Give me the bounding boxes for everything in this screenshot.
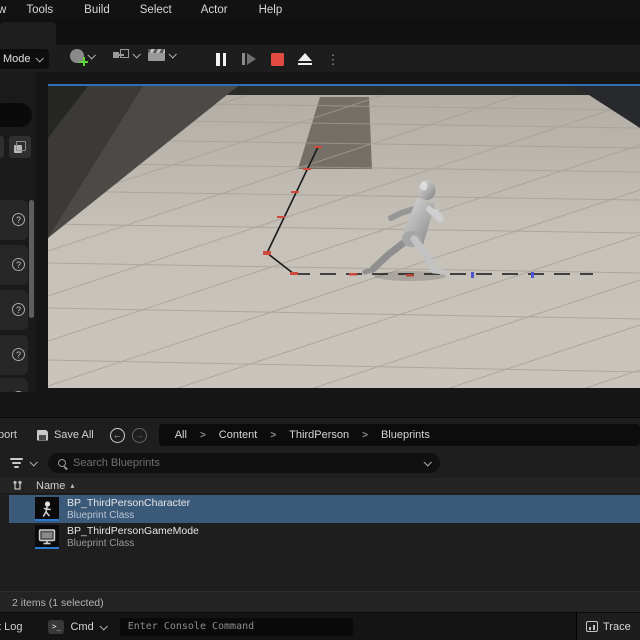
breadcrumb: All > Content > ThirdPerson > Blueprints [158,424,640,446]
pause-button[interactable] [212,50,230,68]
save-icon [36,429,48,441]
help-icon: ? [12,258,25,271]
asset-row-character[interactable]: BP_ThirdPersonCharacter Blueprint Class [9,495,640,523]
blueprint-class-color-bar [35,518,59,521]
menu-item-tools[interactable]: Tools [24,4,55,16]
cinematics-button[interactable] [148,49,177,61]
chevron-down-icon[interactable] [29,458,38,467]
items-count-text: 2 items (1 selected) [12,596,104,609]
blueprint-gamemode-thumbnail [35,525,59,549]
help-icon: ? [12,213,25,226]
output-log-tab-clipped[interactable]: t Log [0,621,22,633]
save-all-button[interactable]: Save All [36,429,94,441]
tab-strip [0,20,640,45]
list-layout-icon[interactable] [12,480,24,492]
help-icon: ? [12,303,25,316]
breadcrumb-all[interactable]: All [175,429,187,441]
pause-icon [216,52,226,66]
breadcrumb-content[interactable]: Content [219,429,258,441]
level-viewport[interactable] [48,86,640,388]
add-actor-button[interactable] [70,49,96,66]
name-column-header[interactable]: Name [36,480,65,492]
panel-card[interactable]: ? [0,290,28,330]
blueprint-class-color-bar [35,546,59,549]
blueprint-node-icon [113,49,129,61]
unreal-editor-window: w Tools Build Select Actor Help Mode ⋮ ?… [0,0,640,640]
panel-card[interactable]: ? [0,200,28,240]
console-command-box [119,617,353,636]
cmd-dropdown[interactable]: >_ Cmd [48,619,108,634]
list-header: Name ▴ [0,478,640,494]
left-panel-dropdown[interactable] [0,103,32,127]
blueprints-button[interactable] [113,49,141,61]
panel-card[interactable]: ? [0,245,28,285]
content-browser-toolbar: port Save All ← → All > Content > ThirdP… [0,422,640,448]
breadcrumb-separator: > [270,429,277,441]
console-command-input[interactable] [127,621,345,632]
stop-icon [270,52,284,66]
breadcrumb-thirdperson[interactable]: ThirdPerson [289,429,349,441]
asset-subtitle: Blueprint Class [67,510,135,521]
play-options-button[interactable]: ⋮ [324,50,342,68]
menu-item-actor[interactable]: Actor [199,4,230,16]
clapperboard-icon [148,49,165,61]
filter-icon[interactable] [10,457,24,469]
sort-ascending-icon: ▴ [70,481,75,490]
breadcrumb-separator: > [362,429,368,441]
stop-button[interactable] [268,50,286,68]
content-browser: port Save All ← → All > Content > ThirdP… [0,417,640,613]
select-mode-dropdown[interactable]: Mode [0,49,49,69]
back-button[interactable]: ← [109,427,125,443]
asset-title: BP_ThirdPersonGameMode [67,525,199,537]
frame-skip-button[interactable] [240,50,258,68]
chevron-down-icon [99,621,108,631]
menu-bar: w Tools Build Select Actor Help [0,0,640,20]
trace-icon [586,621,598,632]
search-icon [58,459,66,467]
add-actor-icon [70,49,88,66]
chevron-down-icon[interactable] [423,458,432,467]
eject-button[interactable] [296,50,314,68]
search-input[interactable] [73,457,417,469]
eject-icon [298,52,312,61]
viewport-scene [48,86,640,388]
left-panel: ? ? ? ? ? [0,72,36,392]
menu-item-help[interactable]: Help [257,4,285,16]
search-box [48,453,440,473]
menu-item-clipped[interactable]: w [0,4,8,16]
content-browser-statusbar: 2 items (1 selected) [0,591,640,613]
asset-subtitle: Blueprint Class [67,538,135,549]
play-controls: ⋮ [212,47,342,71]
duplicate-button[interactable] [9,136,31,158]
forward-button[interactable]: → [131,427,147,443]
menu-item-select[interactable]: Select [138,4,174,16]
trace-button[interactable]: Trace [576,613,640,640]
panel-card[interactable]: ? [0,378,28,392]
menu-item-build[interactable]: Build [82,4,112,16]
bottom-bar: t Log >_ Cmd Trace [0,612,640,640]
breadcrumb-separator: > [199,429,206,441]
frame-skip-icon [242,53,245,65]
mode-label: Mode [3,53,31,65]
chevron-down-icon [34,54,44,63]
help-icon: ? [12,348,25,361]
asset-title: BP_ThirdPersonCharacter [67,497,191,509]
help-icon: ? [12,391,25,392]
filter-search-row [0,451,640,475]
panel-card[interactable]: ? [0,335,28,375]
level-tab[interactable] [0,22,56,45]
scrollbar[interactable] [29,200,34,318]
left-panel-button-clipped[interactable] [0,136,4,158]
breadcrumb-blueprints[interactable]: Blueprints [381,429,430,441]
console-icon: >_ [48,619,65,634]
copy-icon [14,141,26,153]
asset-row-gamemode[interactable]: BP_ThirdPersonGameMode Blueprint Class [9,523,640,551]
import-button-clipped[interactable]: port [0,429,17,441]
blueprint-character-thumbnail [35,497,59,521]
